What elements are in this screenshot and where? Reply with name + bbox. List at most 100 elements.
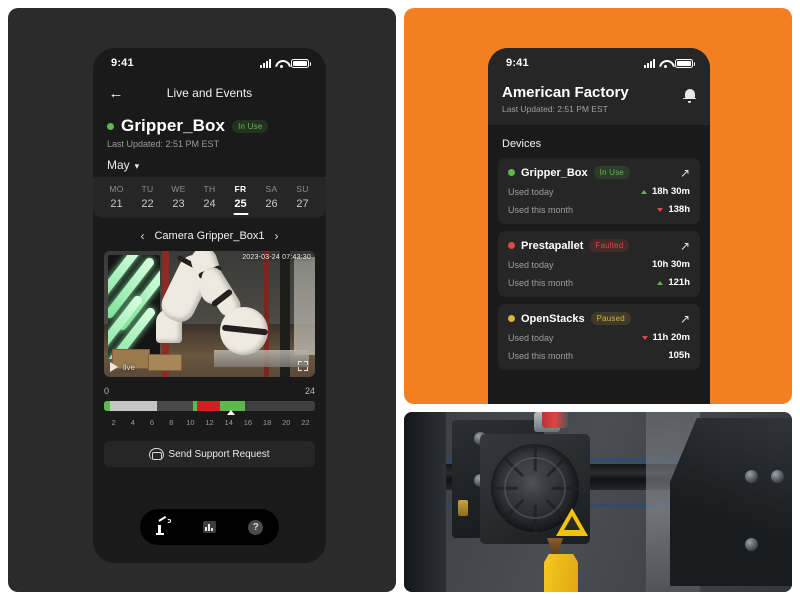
status-dot-icon (508, 315, 515, 322)
month-label: May (107, 158, 130, 172)
status-icon-group (644, 58, 695, 68)
timeline-bar[interactable] (104, 401, 315, 411)
metric-used-today: Used today 10h 30m (508, 259, 690, 270)
device-name: Gripper_Box (121, 116, 226, 135)
tick-label: 4 (130, 418, 135, 427)
device-card-header: Gripper_Box In Use ↗ (508, 166, 690, 179)
metric-used-this-month: Used this month 138h (508, 204, 690, 215)
open-external-icon[interactable]: ↗ (680, 313, 690, 325)
status-dot-icon (508, 242, 515, 249)
nav-bar: ← Live and Events (93, 78, 326, 108)
tab-help[interactable]: ? (246, 518, 266, 536)
page-title: Live and Events (166, 86, 253, 100)
day-cell-we[interactable]: WE 23 (163, 184, 194, 210)
printer-photo-panel (404, 412, 792, 592)
tab-robot[interactable] (153, 515, 173, 536)
open-external-icon[interactable]: ↗ (680, 240, 690, 252)
tick-label: 22 (301, 418, 310, 427)
open-external-icon[interactable]: ↗ (680, 167, 690, 179)
robot-arm-icon (155, 515, 172, 535)
device-name: OpenStacks (521, 312, 585, 325)
metric-used-this-month: Used this month 121h (508, 277, 690, 288)
timeline-segment (196, 401, 221, 411)
day-number-label: 23 (172, 198, 185, 210)
tab-bar: ? (140, 509, 279, 545)
timeline-start-label: 0 (104, 386, 110, 396)
device-title-row: Gripper_Box In Use (107, 116, 312, 136)
day-cell-fr-selected[interactable]: FR 25 (225, 184, 256, 210)
day-cell-tu[interactable]: TU 22 (132, 184, 163, 210)
week-strip: MO 21 TU 22 WE 23 TH 24 FR 25 SA 26 SU 2… (93, 177, 326, 218)
tick-label: 16 (243, 418, 253, 427)
day-of-week-label: TH (203, 184, 216, 194)
device-card-prestapallet[interactable]: Prestapallet Faulted ↗ Used today 10h 30… (498, 231, 700, 297)
tick-label: 6 (149, 418, 155, 427)
timeline-playhead[interactable] (226, 410, 235, 415)
status-badge: Faulted (589, 239, 630, 252)
status-badge: In Use (232, 119, 269, 133)
day-number-label: 27 (296, 198, 309, 210)
metric-value: 121h (668, 277, 690, 288)
day-of-week-label: SU (296, 184, 309, 194)
screenshot-canvas: 9:41 ← Live and Events Gripper_Box In Us… (0, 0, 800, 600)
metric-used-this-month: Used this month 105h (508, 350, 690, 361)
cellular-icon (260, 58, 271, 68)
metric-value: 10h 30m (651, 259, 690, 270)
headset-icon (149, 448, 165, 460)
timeline-segment (156, 401, 193, 411)
send-support-request-button[interactable]: Send Support Request (104, 441, 315, 467)
tick-label: 8 (169, 418, 174, 427)
tab-analytics[interactable] (199, 518, 219, 536)
timeline-tick-labels: 2 4 6 8 10 12 14 16 18 20 22 (104, 418, 315, 427)
device-name: Gripper_Box (521, 166, 588, 179)
cellular-icon (644, 58, 655, 68)
day-of-week-label: WE (171, 184, 186, 194)
back-button[interactable]: ← (107, 84, 125, 102)
event-timeline[interactable]: 0 24 2 4 6 8 10 12 14 16 18 20 22 (104, 386, 315, 427)
dashboard-header: 9:41 American Factory Last Updated: 2:51… (488, 48, 710, 125)
device-card-header: Prestapallet Faulted ↗ (508, 239, 690, 252)
tick-label: 20 (282, 418, 291, 427)
status-icon-group (260, 58, 311, 68)
video-timestamp: 2023-03-24 07:43:30 (242, 254, 311, 261)
camera-next-button[interactable]: › (275, 229, 279, 243)
timeline-end-label: 24 (304, 386, 315, 396)
play-icon[interactable] (110, 362, 118, 372)
day-cell-su[interactable]: SU 27 (287, 184, 318, 210)
day-cell-sa[interactable]: SA 26 (256, 184, 287, 210)
month-selector[interactable]: May ▾ (93, 149, 326, 177)
timeline-segment (245, 401, 315, 411)
device-card-gripper-box[interactable]: Gripper_Box In Use ↗ Used today 18h 30m … (498, 158, 700, 224)
day-of-week-label: FR (234, 184, 247, 194)
phone-dashboard: 9:41 American Factory Last Updated: 2:51… (488, 48, 710, 404)
metric-label: Used today (508, 332, 554, 343)
support-button-label: Send Support Request (168, 448, 270, 460)
camera-label: Camera Gripper_Box1 (154, 230, 265, 242)
day-cell-th[interactable]: TH 24 (194, 184, 225, 210)
timeline-segment (110, 401, 157, 411)
video-player[interactable]: 2023-03-24 07:43:30 live (104, 251, 315, 377)
camera-prev-button[interactable]: ‹ (140, 229, 144, 243)
status-badge: In Use (593, 166, 630, 179)
tick-label: 12 (205, 418, 214, 427)
devices-section-label: Devices (502, 138, 542, 150)
help-icon: ? (248, 519, 264, 535)
device-header: Gripper_Box In Use Last Updated: 2:51 PM… (93, 108, 326, 149)
status-time: 9:41 (111, 57, 134, 69)
tick-label: 18 (262, 418, 272, 427)
dashboard-last-updated: Last Updated: 2:51 PM EST (502, 104, 608, 114)
day-number-label: 22 (141, 198, 154, 210)
video-controls: live (110, 362, 135, 372)
day-number-label: 21 (110, 198, 123, 210)
bell-icon[interactable] (683, 88, 696, 103)
tab-bar-wrapper: ? (93, 509, 326, 563)
metric-value: 105h (668, 350, 690, 361)
device-card-header: OpenStacks Paused ↗ (508, 312, 690, 325)
fullscreen-icon[interactable] (298, 361, 308, 371)
phone-live-events: 9:41 ← Live and Events Gripper_Box In Us… (93, 48, 326, 563)
status-dot-icon (508, 169, 515, 176)
day-cell-mo[interactable]: MO 21 (101, 184, 132, 210)
timeline-end-labels: 0 24 (104, 386, 315, 396)
device-card-openstacks[interactable]: OpenStacks Paused ↗ Used today 11h 20m U… (498, 304, 700, 370)
wifi-icon (275, 59, 287, 68)
